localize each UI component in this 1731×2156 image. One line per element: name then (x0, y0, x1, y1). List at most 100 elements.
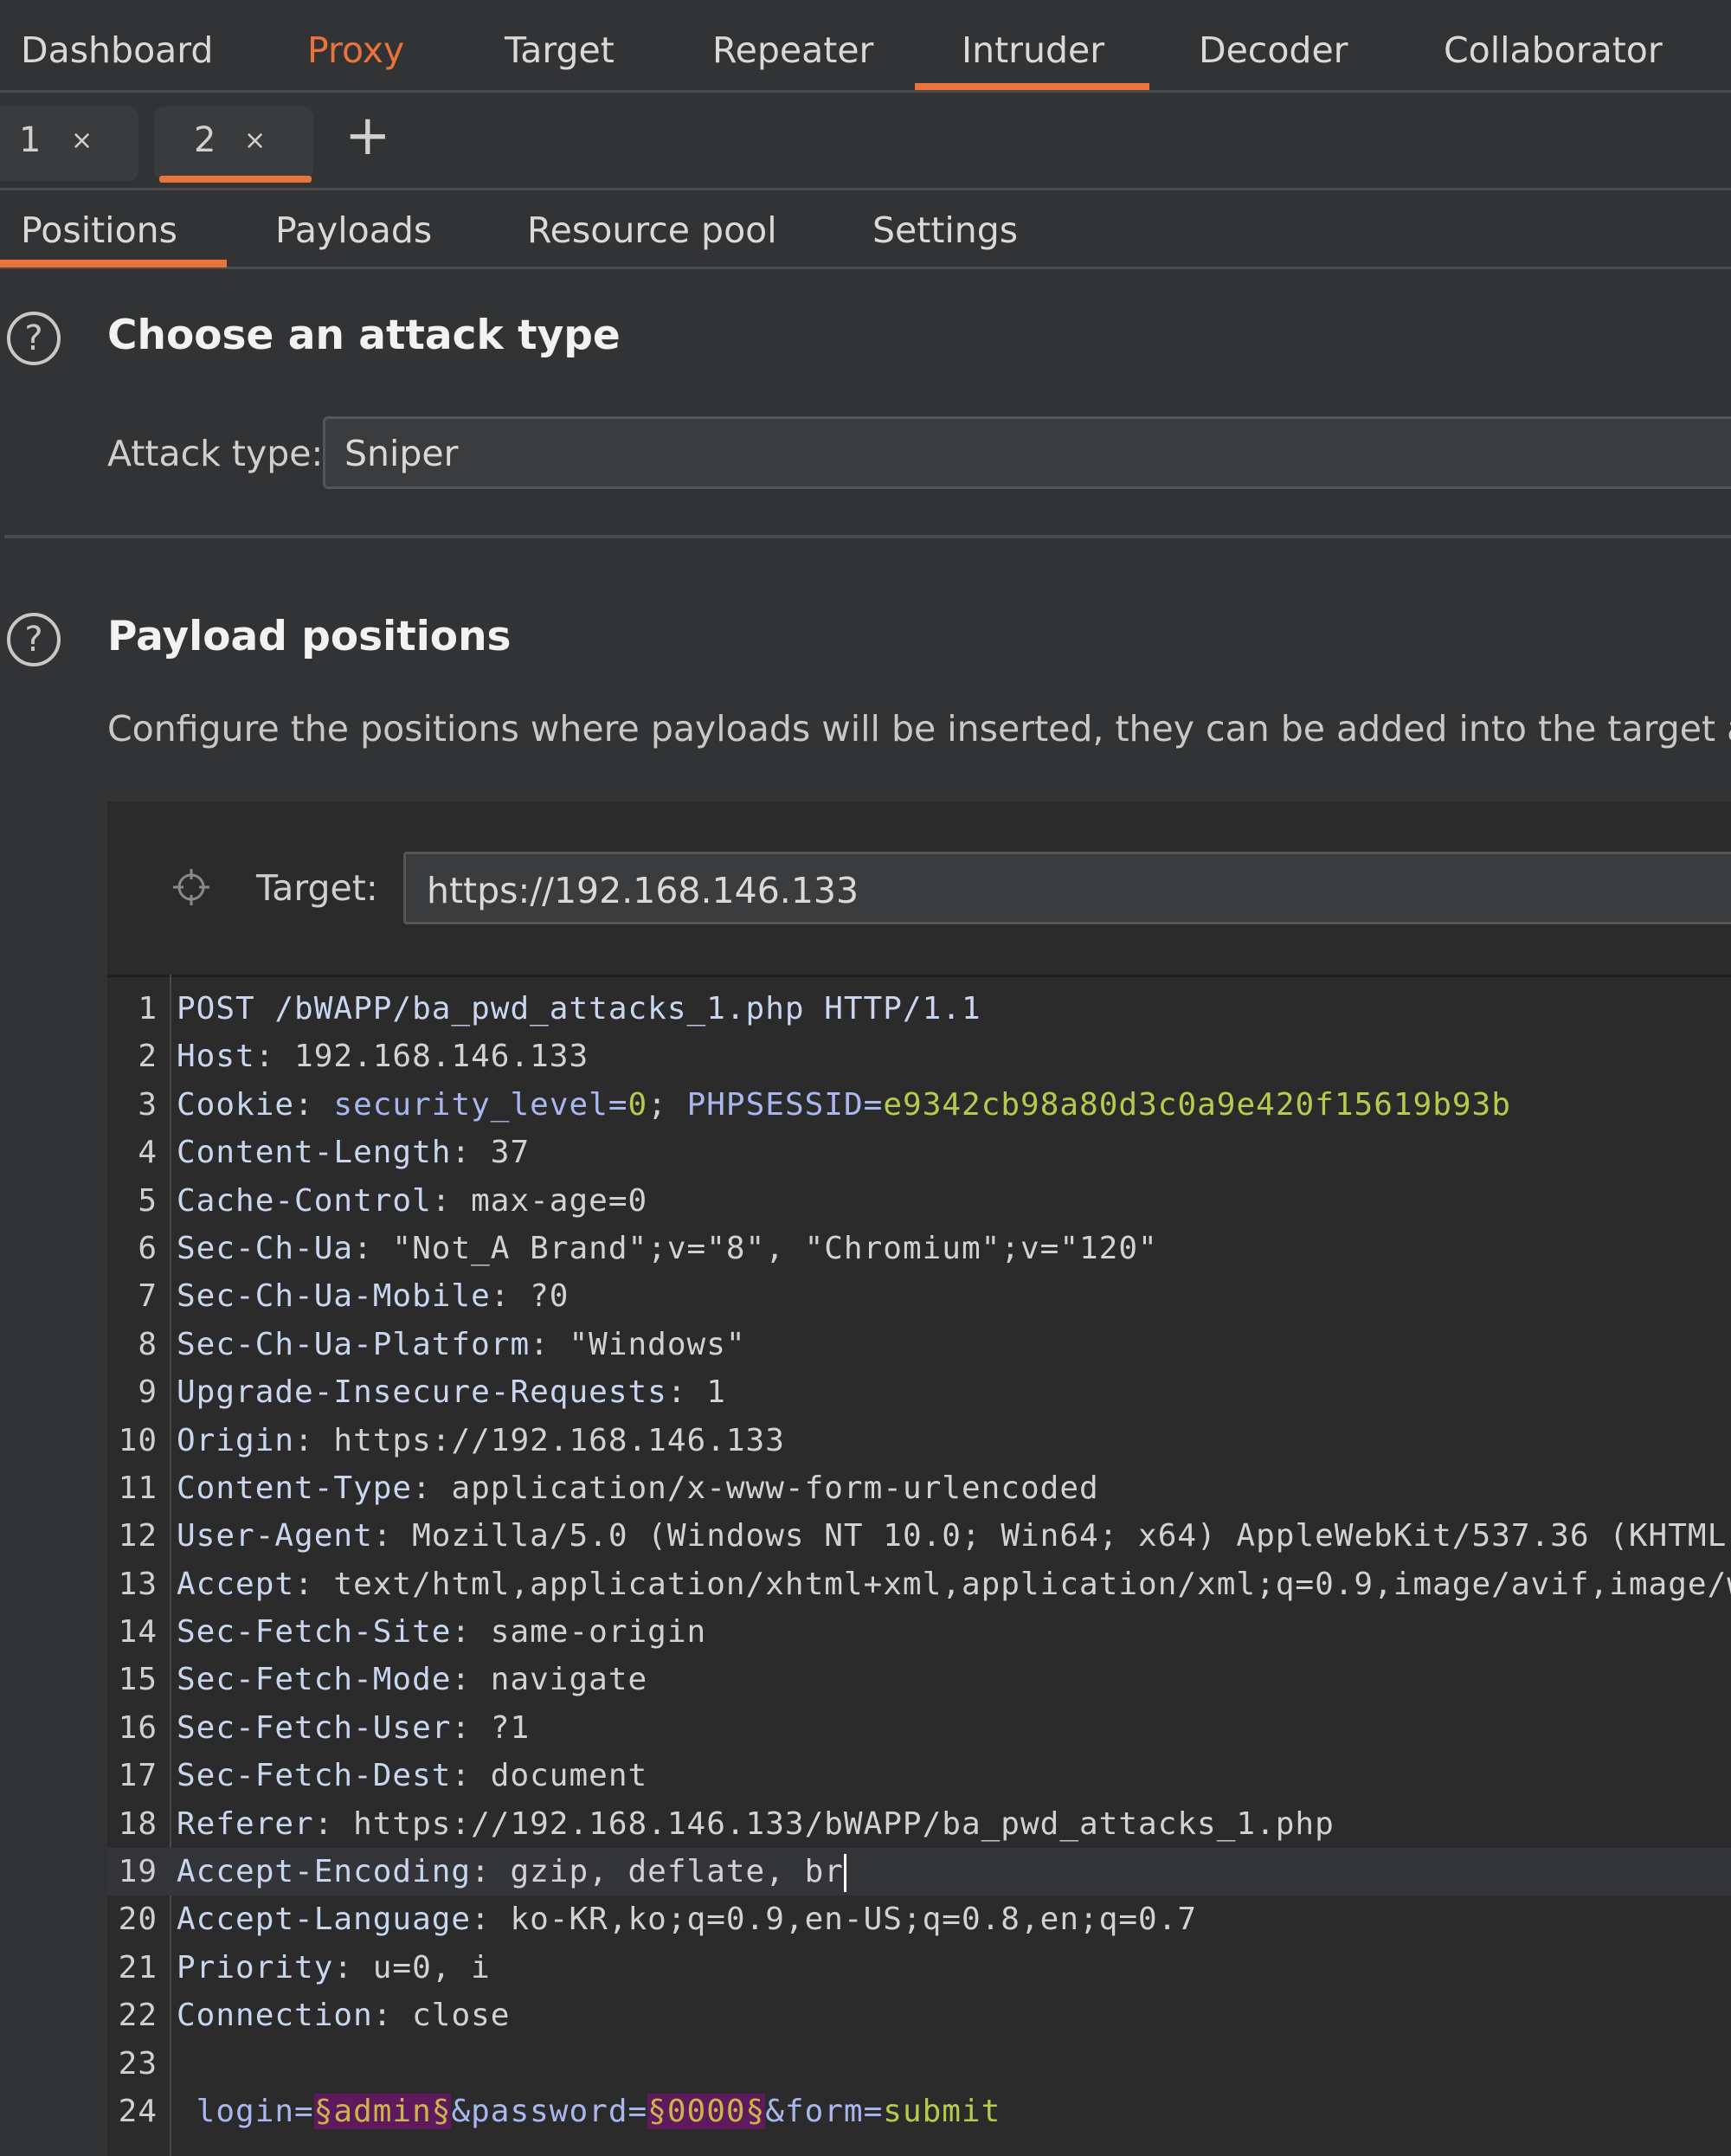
line-number: 20 (118, 1902, 158, 1938)
line-text: Content-Length: 37 (177, 1129, 530, 1176)
code-token: Origin (177, 1422, 295, 1458)
code-token: Priority (177, 1949, 334, 1985)
code-token: : (294, 1086, 334, 1123)
request-line[interactable]: 2 Host: 192.168.146.133 (107, 1033, 1731, 1080)
code-token: = (608, 1086, 628, 1123)
request-line[interactable]: 8 Sec-Ch-Ua-Platform: "Windows" (107, 1321, 1731, 1368)
request-line[interactable]: 4 Content-Length: 37 (107, 1129, 1731, 1176)
line-text: Connection: close (177, 1992, 510, 2039)
request-editor[interactable]: 1 POST /bWAPP/ba_pwd_attacks_1.php HTTP/1… (107, 985, 1731, 2135)
help-icon[interactable]: ? (7, 613, 61, 666)
code-token: : max-age=0 (431, 1182, 648, 1219)
request-line[interactable]: 13 Accept: text/html,application/xhtml+xm… (107, 1561, 1731, 1608)
code-token: Accept-Encoding (177, 1854, 472, 1890)
target-value: https://192.168.146.133 (427, 870, 859, 911)
nav-tab-target[interactable]: Target (505, 29, 615, 71)
line-number: 4 (138, 1135, 158, 1171)
line-text: Accept-Encoding: gzip, deflate, br (177, 1848, 846, 1895)
request-line[interactable]: 24 login=§admin§&password=§0000§&form=su… (107, 2088, 1731, 2135)
add-tab-icon[interactable]: + (344, 108, 391, 164)
request-line[interactable]: 6 Sec-Ch-Ua: "Not_A Brand";v="8", "Chromi… (107, 1225, 1731, 1272)
request-line[interactable]: 21 Priority: u=0, i (107, 1944, 1731, 1992)
help-icon[interactable]: ? (7, 312, 61, 365)
request-line[interactable]: 18 Referer: https://192.168.146.133/bWAPP… (107, 1800, 1731, 1848)
request-line[interactable]: 12 User-Agent: Mozilla/5.0 (Windows NT 10… (107, 1512, 1731, 1560)
request-line[interactable]: 20 Accept-Language: ko-KR,ko;q=0.9,en-US;… (107, 1895, 1731, 1943)
active-tab-indicator (915, 83, 1149, 90)
request-line[interactable]: 22 Connection: close (107, 1992, 1731, 2039)
line-number: 15 (118, 1662, 158, 1698)
request-line[interactable]: 1 POST /bWAPP/ba_pwd_attacks_1.php HTTP/1… (107, 985, 1731, 1033)
nav-tab-collaborator[interactable]: Collaborator (1444, 29, 1663, 71)
instance-tab-1[interactable]: 1 × (0, 106, 138, 181)
sub-tab-payloads[interactable]: Payloads (275, 209, 432, 251)
line-text: Sec-Fetch-User: ?1 (177, 1704, 530, 1752)
request-line[interactable]: 10 Origin: https://192.168.146.133 (107, 1417, 1731, 1464)
request-line[interactable]: 16 Sec-Fetch-User: ?1 (107, 1704, 1731, 1752)
target-bar: Target: https://192.168.146.133 (107, 801, 1731, 977)
attack-type-value: Sniper (344, 433, 459, 474)
request-line[interactable]: 9 Upgrade-Insecure-Requests: 1 (107, 1368, 1731, 1416)
code-token: : ?0 (490, 1278, 569, 1315)
request-line[interactable]: 15 Sec-Fetch-Mode: navigate (107, 1656, 1731, 1703)
target-label: Target: (256, 867, 378, 909)
line-number: 13 (118, 1566, 158, 1602)
sub-tab-resource-pool[interactable]: Resource pool (527, 209, 777, 251)
text-cursor (843, 1854, 846, 1893)
code-token: Sec-Fetch-User (177, 1709, 452, 1746)
sub-tab-settings[interactable]: Settings (872, 209, 1018, 251)
target-input[interactable]: https://192.168.146.133 (403, 852, 1731, 924)
request-line[interactable]: 7 Sec-Ch-Ua-Mobile: ?0 (107, 1272, 1731, 1320)
code-token: Host (177, 1039, 255, 1075)
instance-tab-label: 2 (194, 120, 216, 160)
line-text: Accept-Language: ko-KR,ko;q=0.9,en-US;q=… (177, 1895, 1197, 1943)
close-icon[interactable]: × (71, 125, 93, 156)
code-token: : application/x-www-form-urlencoded (412, 1470, 1099, 1506)
code-token: Referer (177, 1805, 314, 1842)
crosshair-icon[interactable] (171, 867, 211, 907)
line-number: 18 (118, 1805, 158, 1842)
code-token: Content-Type (177, 1470, 413, 1506)
instance-tab-label: 1 (19, 120, 42, 160)
line-text: Content-Type: application/x-www-form-url… (177, 1464, 1099, 1512)
code-token: : "Windows" (530, 1326, 746, 1362)
line-number: 6 (138, 1230, 158, 1266)
request-line[interactable]: 14 Sec-Fetch-Site: same-origin (107, 1608, 1731, 1656)
code-token: &form= (765, 2093, 884, 2129)
line-text: Sec-Ch-Ua: "Not_A Brand";v="8", "Chromiu… (177, 1225, 1158, 1272)
nav-tab-repeater[interactable]: Repeater (712, 29, 873, 71)
code-token: Sec-Ch-Ua (177, 1230, 354, 1266)
nav-tab-intruder[interactable]: Intruder (962, 29, 1104, 71)
code-token: Sec-Ch-Ua-Mobile (177, 1278, 491, 1315)
line-number: 14 (118, 1614, 158, 1651)
code-token: : 1 (666, 1374, 726, 1411)
sub-tab-positions[interactable]: Positions (21, 209, 177, 251)
code-token: : navigate (451, 1662, 648, 1698)
line-text: Priority: u=0, i (177, 1944, 491, 1992)
request-line[interactable]: 17 Sec-Fetch-Dest: document (107, 1752, 1731, 1799)
line-text: Host: 192.168.146.133 (177, 1033, 589, 1080)
code-token: login= (177, 2093, 314, 2129)
request-line[interactable]: 5 Cache-Control: max-age=0 (107, 1177, 1731, 1225)
intruder-sub-tabs: Positions Payloads Resource pool Setting… (0, 190, 1731, 269)
nav-tab-decoder[interactable]: Decoder (1199, 29, 1348, 71)
request-line[interactable]: 19 Accept-Encoding: gzip, deflate, br (107, 1848, 1731, 1896)
line-number: 5 (138, 1182, 158, 1219)
attack-type-select[interactable]: Sniper (323, 416, 1731, 489)
nav-tab-proxy[interactable]: Proxy (307, 29, 404, 71)
line-number: 1 (138, 991, 158, 1027)
close-icon[interactable]: × (244, 125, 266, 156)
payload-position-marker[interactable]: §admin§ (313, 2093, 452, 2129)
request-line[interactable]: 23 (107, 2040, 1731, 2088)
line-text: Cookie: security_level=0; PHPSESSID=e934… (177, 1081, 1511, 1129)
code-token: : ?1 (451, 1709, 531, 1746)
code-token: : Mozilla/5.0 (Windows NT 10.0; Win64; x… (372, 1518, 1731, 1554)
request-line[interactable]: 3 Cookie: security_level=0; PHPSESSID=e93… (107, 1081, 1731, 1129)
payload-position-marker[interactable]: §0000§ (647, 2093, 766, 2129)
request-line[interactable]: 11 Content-Type: application/x-www-form-u… (107, 1464, 1731, 1512)
code-token: : gzip, deflate, br (471, 1854, 844, 1890)
instance-tab-2[interactable]: 2 × (154, 106, 313, 183)
payload-positions-heading: Payload positions (107, 613, 512, 660)
nav-tab-dashboard[interactable]: Dashboard (21, 29, 213, 71)
code-token: Accept-Language (177, 1902, 472, 1938)
